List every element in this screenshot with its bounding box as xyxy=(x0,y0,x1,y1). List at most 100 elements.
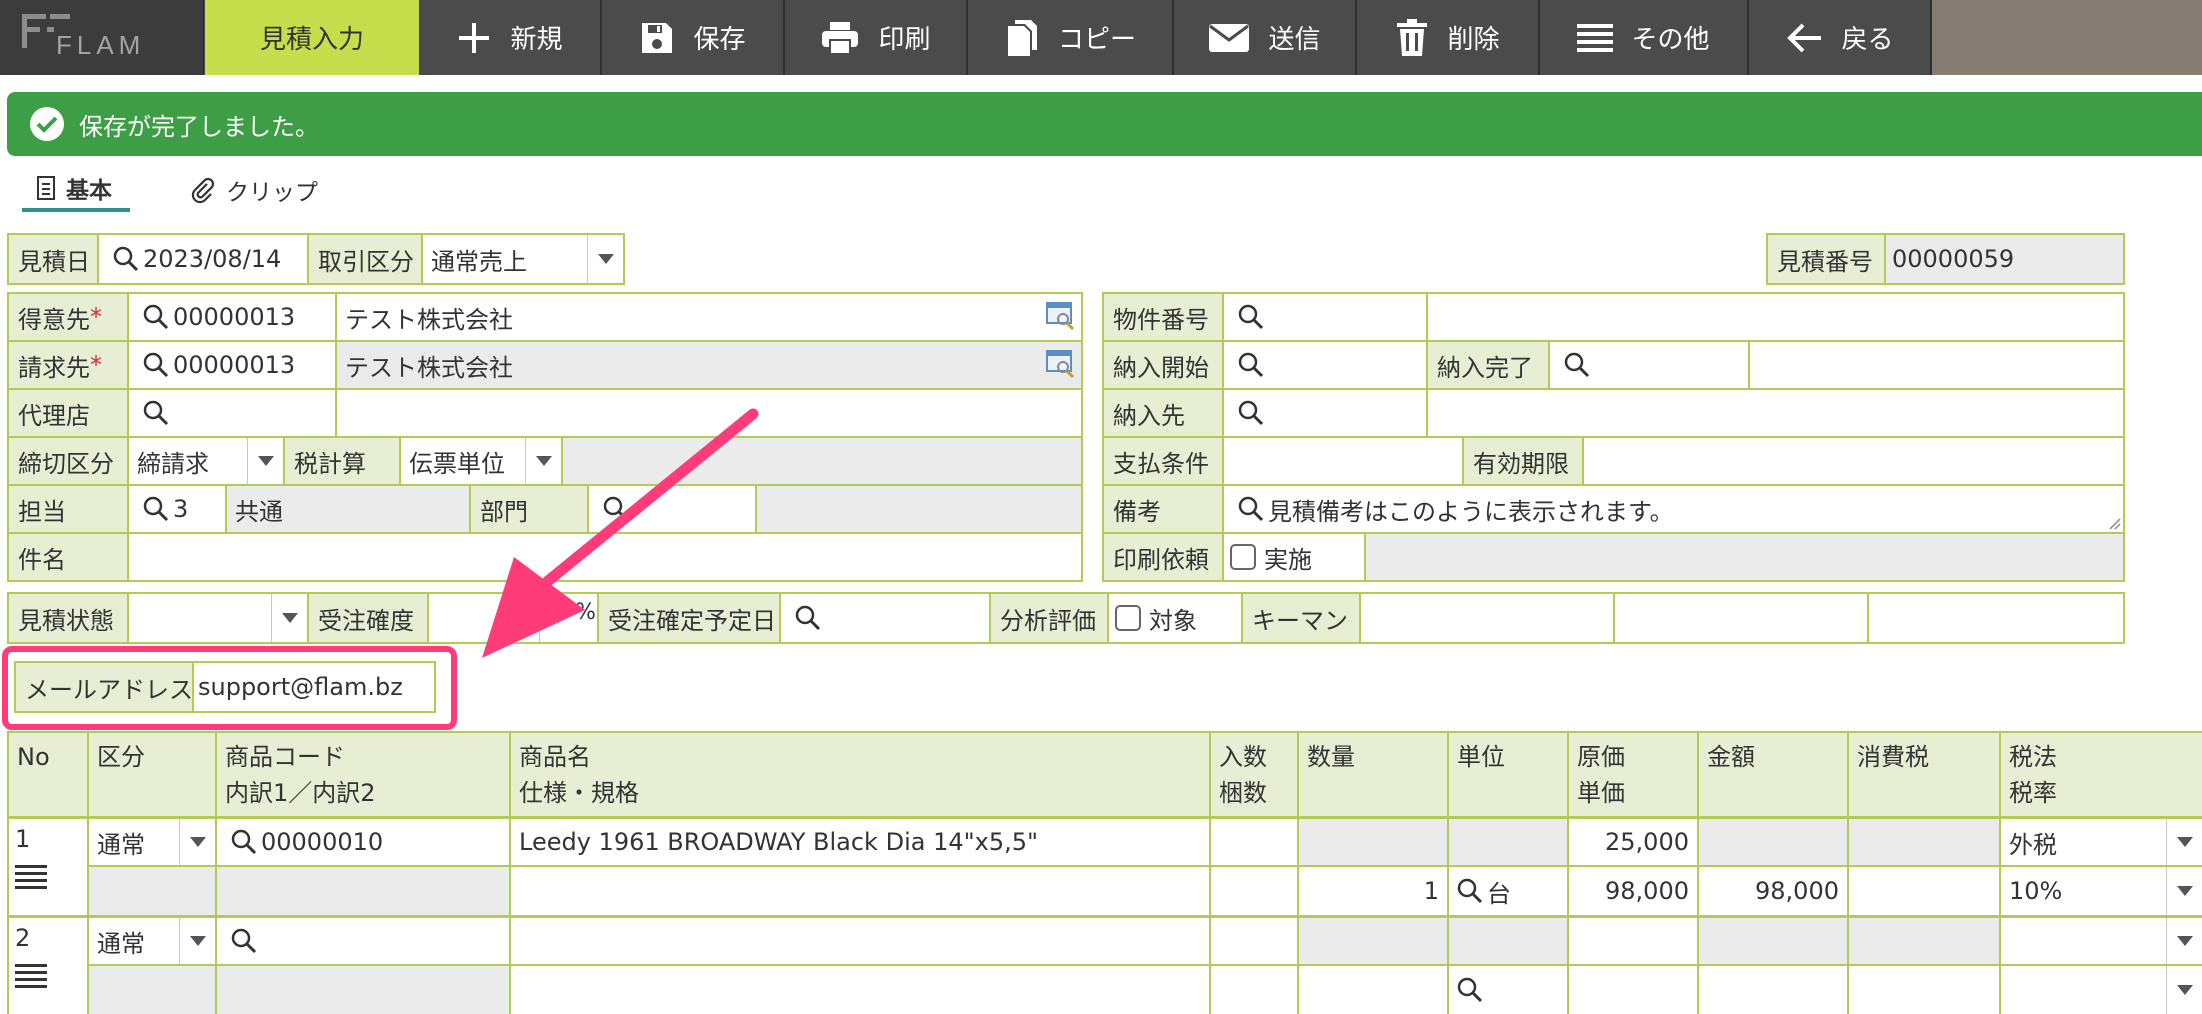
print-button[interactable]: 印刷 xyxy=(785,0,968,75)
keyman-field-2[interactable] xyxy=(1615,594,1867,642)
search-icon[interactable] xyxy=(1564,352,1590,378)
remarks-field[interactable]: 見積備考はこのように表示されます。 xyxy=(1224,486,2123,532)
search-icon[interactable] xyxy=(143,304,169,330)
search-icon[interactable] xyxy=(231,928,257,954)
qty-field[interactable] xyxy=(1299,966,1447,1014)
cost-field[interactable] xyxy=(1569,918,1697,964)
dropdown-arrow-icon[interactable] xyxy=(2166,867,2202,915)
order-probability-select[interactable] xyxy=(429,594,575,642)
col-header-no: No xyxy=(9,733,87,816)
search-icon[interactable] xyxy=(603,496,629,522)
order-due-date-field[interactable] xyxy=(781,594,989,642)
check-circle-icon xyxy=(30,107,64,141)
product-code-field[interactable] xyxy=(217,918,509,964)
new-button[interactable]: 新規 xyxy=(419,0,602,75)
search-icon[interactable] xyxy=(143,400,169,426)
row-menu-icon[interactable] xyxy=(15,865,47,891)
agent-code-field[interactable] xyxy=(129,390,335,436)
product-code-field[interactable]: 00000010 xyxy=(217,819,509,865)
delivery-start-field[interactable] xyxy=(1224,342,1426,388)
print-request-checkbox[interactable]: 実施 xyxy=(1224,534,1364,580)
qty-field[interactable]: 1 xyxy=(1299,867,1447,915)
tax-rate-select[interactable] xyxy=(2001,966,2202,1014)
dropdown-arrow-icon[interactable] xyxy=(587,235,623,283)
search-icon[interactable] xyxy=(113,246,139,272)
dropdown-arrow-icon[interactable] xyxy=(271,594,307,642)
estimate-date-field[interactable]: 2023/08/14 xyxy=(99,235,307,283)
success-banner: 保存が完了しました。 xyxy=(7,92,2202,156)
closing-type-select[interactable]: 締請求 xyxy=(129,438,283,484)
validity-field[interactable] xyxy=(1584,438,2123,484)
search-icon[interactable] xyxy=(1238,304,1264,330)
search-icon[interactable] xyxy=(1238,352,1264,378)
send-button[interactable]: 送信 xyxy=(1174,0,1357,75)
cost-field[interactable]: 25,000 xyxy=(1569,819,1697,865)
search-icon[interactable] xyxy=(1457,977,1483,1003)
payment-terms-field[interactable] xyxy=(1224,438,1462,484)
spec-field[interactable] xyxy=(511,867,1209,915)
search-icon[interactable] xyxy=(143,352,169,378)
kubun-select[interactable]: 通常 xyxy=(89,819,215,865)
tab-basic[interactable]: 基本 xyxy=(22,168,130,212)
keyman-field-3[interactable] xyxy=(1869,594,2123,642)
search-icon[interactable] xyxy=(1457,878,1483,904)
search-icon[interactable] xyxy=(143,496,169,522)
spec-field[interactable] xyxy=(511,966,1209,1014)
dropdown-arrow-icon[interactable] xyxy=(539,594,575,642)
billing-code-field[interactable]: 00000013 xyxy=(129,342,335,388)
department-code-field[interactable] xyxy=(589,486,755,532)
subject-field[interactable] xyxy=(129,534,1081,580)
taxlaw-select[interactable]: 外税 xyxy=(2001,819,2202,865)
search-icon[interactable] xyxy=(1238,400,1264,426)
search-icon[interactable] xyxy=(1238,496,1264,522)
unit-price-field[interactable]: 98,000 xyxy=(1569,867,1697,915)
dropdown-arrow-icon[interactable] xyxy=(179,918,215,964)
konsu-field[interactable] xyxy=(1211,867,1297,915)
customer-code-field[interactable]: 00000013 xyxy=(129,294,335,340)
staff-code-field[interactable]: 3 xyxy=(129,486,225,532)
more-button[interactable]: その他 xyxy=(1540,0,1749,75)
product-name-field[interactable] xyxy=(511,918,1209,964)
deal-type-select[interactable]: 通常売上 xyxy=(423,235,623,283)
dropdown-arrow-icon[interactable] xyxy=(525,438,561,484)
tab-estimate-entry[interactable]: 見積入力 xyxy=(205,0,419,75)
save-button[interactable]: 保存 xyxy=(602,0,785,75)
copy-button[interactable]: コピー xyxy=(968,0,1174,75)
resize-handle-icon[interactable] xyxy=(2107,516,2121,530)
analysis-checkbox[interactable]: 対象 xyxy=(1109,594,1241,642)
irisu-field[interactable] xyxy=(1211,819,1297,865)
tax-calc-select[interactable]: 伝票単位 xyxy=(401,438,561,484)
row-menu-icon[interactable] xyxy=(15,964,47,990)
kubun-select[interactable]: 通常 xyxy=(89,918,215,964)
dropdown-arrow-icon[interactable] xyxy=(2166,918,2202,964)
back-button[interactable]: 戻る xyxy=(1749,0,1932,75)
delete-button[interactable]: 削除 xyxy=(1357,0,1540,75)
lookup-window-icon[interactable] xyxy=(1045,300,1077,332)
search-icon[interactable] xyxy=(231,829,257,855)
email-field[interactable]: support@flam.bz xyxy=(194,663,434,711)
property-number-field[interactable] xyxy=(1224,294,1426,340)
dropdown-arrow-icon[interactable] xyxy=(2166,966,2202,1014)
tax-rate-select[interactable]: 10% xyxy=(2001,867,2202,915)
delivery-to-field[interactable] xyxy=(1224,390,1426,436)
search-icon[interactable] xyxy=(795,605,821,631)
delivery-end-field[interactable] xyxy=(1550,342,1748,388)
unit-field[interactable] xyxy=(1449,966,1567,1014)
product-name-field[interactable]: Leedy 1961 BROADWAY Black Dia 14"x5,5" xyxy=(511,819,1209,865)
unit-field[interactable]: 台 xyxy=(1449,867,1567,915)
lookup-window-icon[interactable] xyxy=(1045,348,1077,380)
checkbox-icon[interactable] xyxy=(1230,544,1256,570)
tab-clip[interactable]: クリップ xyxy=(190,168,318,212)
irisu-field[interactable] xyxy=(1211,918,1297,964)
unit-price-field[interactable] xyxy=(1569,966,1697,1014)
keyman-field-1[interactable] xyxy=(1361,594,1613,642)
tax-calc-label: 税計算 xyxy=(285,438,399,484)
dropdown-arrow-icon[interactable] xyxy=(247,438,283,484)
taxlaw-select[interactable] xyxy=(2001,918,2202,964)
konsu-field[interactable] xyxy=(1211,966,1297,1014)
dropdown-arrow-icon[interactable] xyxy=(2166,819,2202,865)
dropdown-arrow-icon[interactable] xyxy=(179,819,215,865)
estimate-state-select[interactable] xyxy=(129,594,307,642)
checkbox-icon[interactable] xyxy=(1115,605,1141,631)
flam-logo[interactable]: FLAM xyxy=(0,0,204,75)
